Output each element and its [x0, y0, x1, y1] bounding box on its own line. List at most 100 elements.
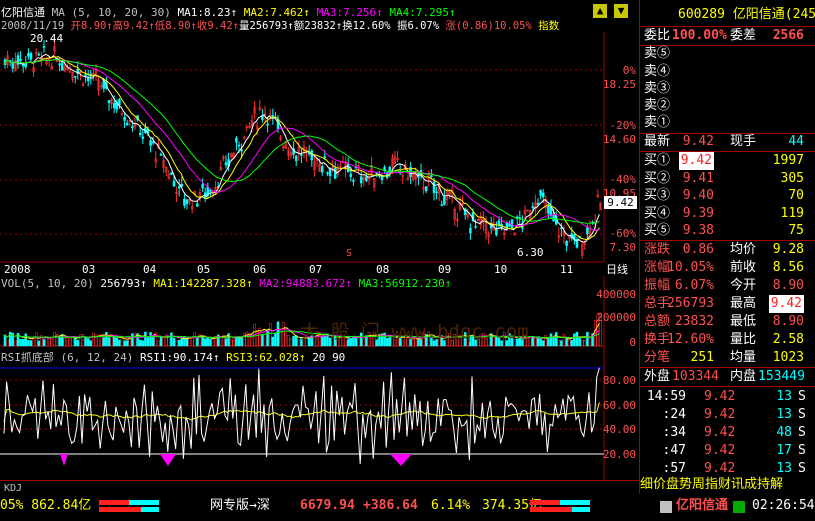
info-row-5: 总额 23832 最低 8.90 [642, 313, 814, 331]
volume-bar [144, 331, 147, 347]
vol-axis-0: 400000 [596, 288, 636, 301]
info-value-2: 8.90 [772, 278, 804, 293]
volume-bar [86, 338, 90, 347]
candle-body [185, 199, 189, 205]
volume-bar [37, 340, 41, 347]
indicator-tab-bar: KDJ [0, 480, 639, 495]
candle-body [469, 228, 472, 234]
candle-body [539, 190, 542, 196]
buy-price: 9.41 [682, 170, 714, 186]
volume-bar [575, 331, 579, 347]
candle-body [497, 220, 501, 226]
candle-body [388, 166, 392, 174]
rsi-chart[interactable]: RSI抓底部 (6, 12, 24) RSI1:90.174↑ RSI3:62.… [0, 348, 639, 480]
info-row-1: 涨跌 0.86 均价 9.28 [642, 241, 814, 259]
status-index-value: 6679.94 [300, 498, 355, 513]
volume-bar [151, 337, 155, 347]
volume-bar [544, 334, 548, 347]
tick-side: S [798, 425, 806, 440]
month-3: 05 [197, 263, 211, 276]
candle-body [333, 168, 337, 179]
volume-bar [196, 336, 199, 347]
rsi-axis-2: 40.00 [602, 423, 636, 436]
buy-row-4: 买④ 9.39 119 [642, 205, 814, 223]
candle-body [183, 198, 186, 206]
outer-value: 103344 [672, 369, 719, 384]
volume-bar [201, 336, 204, 347]
buy-row-2: 买② 9.41 305 [642, 170, 814, 188]
info-label-2: 均价 [730, 242, 757, 257]
volume-chart[interactable]: VOL(5, 10, 20) 256793↑ MA1:142287.328↑ M… [0, 276, 639, 349]
panel-bottom-tabs[interactable]: 细价盘势周指财讯成持解 [640, 478, 783, 491]
volume-bar [125, 340, 129, 347]
month-5: 07 [309, 263, 323, 276]
volume-bar [149, 332, 152, 347]
candle-body [19, 59, 22, 61]
volume-bar [274, 333, 277, 347]
volume-bar [16, 333, 20, 347]
volume-bar [29, 340, 33, 347]
candle-body [11, 62, 15, 69]
info-row-7: 分笔 251 均量 1023 [642, 349, 814, 367]
volume-bar [541, 340, 545, 347]
weibi-row: 委比 100.00% 委差 2566 [642, 27, 814, 45]
candle-body [365, 176, 368, 182]
status-stock-name[interactable]: 亿阳信通 [676, 499, 728, 512]
volume-bar [279, 330, 282, 347]
buy-price: 9.39 [682, 205, 714, 221]
candle-body [107, 100, 111, 103]
tick-volume: 13 [776, 461, 792, 476]
current-price-tag: 9.42 [604, 196, 637, 209]
buy-volume: 305 [780, 170, 804, 186]
info-label-2: 最低 [730, 314, 757, 329]
tick-time: 14:59 [646, 389, 686, 404]
buy-volume: 1997 [772, 153, 804, 168]
market-bar-2 [530, 500, 590, 512]
volume-bar [112, 336, 116, 347]
tick-time: :24 [662, 407, 686, 422]
rsi-bottom-fill [60, 454, 68, 466]
buy-volume: 70 [788, 188, 804, 203]
candle-body [474, 226, 477, 228]
candle-body [432, 181, 436, 193]
info-value-2: 1023 [772, 350, 804, 365]
candle-body [237, 144, 241, 147]
info-label-2: 前收 [730, 260, 757, 275]
buy-row-1: 买① 9.42 1997 [642, 152, 814, 170]
candle-body [27, 53, 30, 57]
volume-bar [235, 336, 238, 347]
candle-body [141, 136, 145, 139]
buy-label: 买③ [644, 188, 671, 203]
candle-body [224, 162, 228, 166]
tick-side: S [798, 461, 806, 476]
candle-body [177, 185, 181, 189]
candle-body [170, 172, 173, 175]
volume-bar [188, 338, 191, 347]
volume-bar [289, 338, 293, 347]
candle-body [435, 191, 438, 194]
rsi-plot [0, 348, 605, 480]
tick-time: :47 [662, 443, 686, 458]
candle-body [201, 184, 204, 189]
rsi-bottom-fill [390, 454, 412, 466]
candle-body [424, 186, 428, 192]
candle-body [112, 102, 116, 109]
tick-price: 9.42 [704, 389, 736, 404]
main-chart[interactable]: 亿阳信通 MA (5, 10, 20, 30) MA1:8.23↑ MA2:7.… [0, 0, 639, 276]
volume-bar [24, 333, 28, 347]
info-label: 涨跌 [644, 242, 671, 257]
sell-1: 卖① [644, 115, 671, 130]
candle-body [328, 168, 332, 176]
axis-pct-1: -20% [609, 119, 637, 132]
candle-body [359, 176, 363, 184]
volume-bar [562, 334, 566, 347]
status-market-label[interactable]: 网专版→深 [210, 499, 270, 512]
volume-bar [58, 336, 61, 347]
status-square-icon[interactable] [660, 501, 672, 513]
status-bar: 05% 862.84亿 网专版→深 6679.94 +386.64 6.14% … [0, 494, 815, 521]
buy-price: 9.38 [682, 223, 714, 238]
weibi-label: 委比 [644, 28, 671, 43]
candle-body [547, 205, 550, 214]
period-label[interactable]: 日线 [606, 263, 628, 276]
volume-bar [53, 332, 56, 347]
